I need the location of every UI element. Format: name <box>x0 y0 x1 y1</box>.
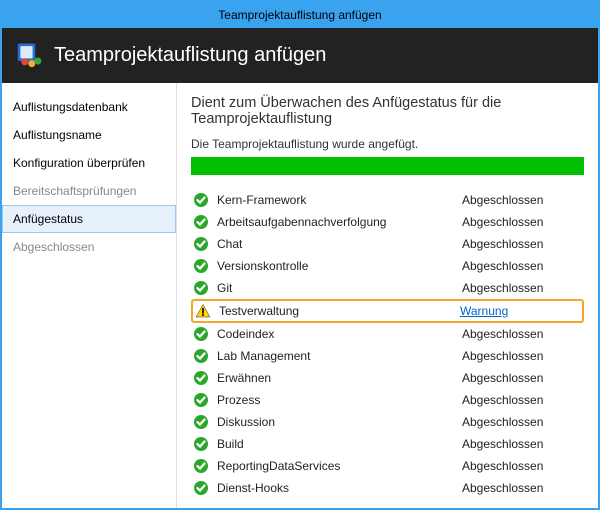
success-icon <box>193 458 209 474</box>
success-icon <box>193 480 209 496</box>
status-row: BuildAbgeschlossen <box>191 433 584 455</box>
status-warning-link[interactable]: Warnung <box>460 304 580 318</box>
status-row: ArbeitsaufgabennachverfolgungAbgeschloss… <box>191 211 584 233</box>
status-row-status: Abgeschlossen <box>462 327 582 341</box>
page-title: Dient zum Überwachen des Anfügestatus fü… <box>191 95 584 127</box>
status-row-name: Erwähnen <box>217 371 462 385</box>
status-row: Dienst-HooksAbgeschlossen <box>191 477 584 499</box>
wizard-steps-sidebar: AuflistungsdatenbankAuflistungsnameKonfi… <box>2 83 177 508</box>
status-row-status: Abgeschlossen <box>462 349 582 363</box>
status-row: TestverwaltungWarnung <box>191 299 584 323</box>
status-row-name: Diskussion <box>217 415 462 429</box>
success-icon <box>193 258 209 274</box>
status-row-status: Abgeschlossen <box>462 437 582 451</box>
status-row-status: Abgeschlossen <box>462 281 582 295</box>
status-row: Lab ManagementAbgeschlossen <box>191 345 584 367</box>
main-panel: Dient zum Überwachen des Anfügestatus fü… <box>177 83 598 508</box>
status-row-name: Build <box>217 437 462 451</box>
status-row: ReportingDataServicesAbgeschlossen <box>191 455 584 477</box>
success-icon <box>193 214 209 230</box>
success-icon <box>193 280 209 296</box>
wizard-step[interactable]: Abgeschlossen <box>2 233 176 261</box>
status-row-status: Abgeschlossen <box>462 481 582 495</box>
success-icon <box>193 370 209 386</box>
status-list: Kern-FrameworkAbgeschlossenArbeitsaufgab… <box>191 189 584 508</box>
status-row-name: Kern-Framework <box>217 193 462 207</box>
warning-icon <box>195 303 211 319</box>
titlebar[interactable]: Teamprojektauflistung anfügen <box>2 2 598 28</box>
success-icon <box>193 436 209 452</box>
success-icon <box>193 392 209 408</box>
status-row-name: Chat <box>217 237 462 251</box>
status-row: ErwähnenAbgeschlossen <box>191 367 584 389</box>
titlebar-text: Teamprojektauflistung anfügen <box>218 8 381 22</box>
status-row: Kern-FrameworkAbgeschlossen <box>191 189 584 211</box>
status-row-name: Versionskontrolle <box>217 259 462 273</box>
status-message: Die Teamprojektauflistung wurde angefügt… <box>191 137 584 151</box>
status-row-name: Git <box>217 281 462 295</box>
app-icon <box>16 40 44 71</box>
wizard-step[interactable]: Bereitschaftsprüfungen <box>2 177 176 205</box>
success-icon <box>193 326 209 342</box>
success-icon <box>193 236 209 252</box>
status-row: DiskussionAbgeschlossen <box>191 411 584 433</box>
success-icon <box>193 348 209 364</box>
status-row-name: Arbeitsaufgabennachverfolgung <box>217 215 462 229</box>
status-row: ChatAbgeschlossen <box>191 233 584 255</box>
success-icon <box>193 414 209 430</box>
status-row-name: Dienst-Hooks <box>217 481 462 495</box>
wizard-step[interactable]: Auflistungsname <box>2 121 176 149</box>
status-row-status: Abgeschlossen <box>462 393 582 407</box>
status-row-status: Abgeschlossen <box>462 259 582 273</box>
status-row-status: Abgeschlossen <box>462 459 582 473</box>
status-row-name: Prozess <box>217 393 462 407</box>
wizard-step[interactable]: Anfügestatus <box>2 205 176 233</box>
status-row-name: Lab Management <box>217 349 462 363</box>
wizard-step[interactable]: Konfiguration überprüfen <box>2 149 176 177</box>
wizard-step[interactable]: Auflistungsdatenbank <box>2 93 176 121</box>
status-row-name: Testverwaltung <box>219 304 460 318</box>
status-row-status: Abgeschlossen <box>462 415 582 429</box>
success-icon <box>193 192 209 208</box>
progress-bar <box>191 157 584 175</box>
status-row-name: ReportingDataServices <box>217 459 462 473</box>
status-row: ProzessAbgeschlossen <box>191 389 584 411</box>
status-row-status: Abgeschlossen <box>462 371 582 385</box>
status-row: VersionskontrolleAbgeschlossen <box>191 255 584 277</box>
status-row-status: Abgeschlossen <box>462 237 582 251</box>
status-row-status: Abgeschlossen <box>462 193 582 207</box>
dialog-window: Teamprojektauflistung anfügen Teamprojek… <box>0 0 600 510</box>
status-row-name: Codeindex <box>217 327 462 341</box>
dialog-header-title: Teamprojektauflistung anfügen <box>54 44 326 67</box>
status-row: CodeindexAbgeschlossen <box>191 323 584 345</box>
status-row-status: Abgeschlossen <box>462 215 582 229</box>
dialog-header: Teamprojektauflistung anfügen <box>2 28 598 83</box>
status-row: GitAbgeschlossen <box>191 277 584 299</box>
